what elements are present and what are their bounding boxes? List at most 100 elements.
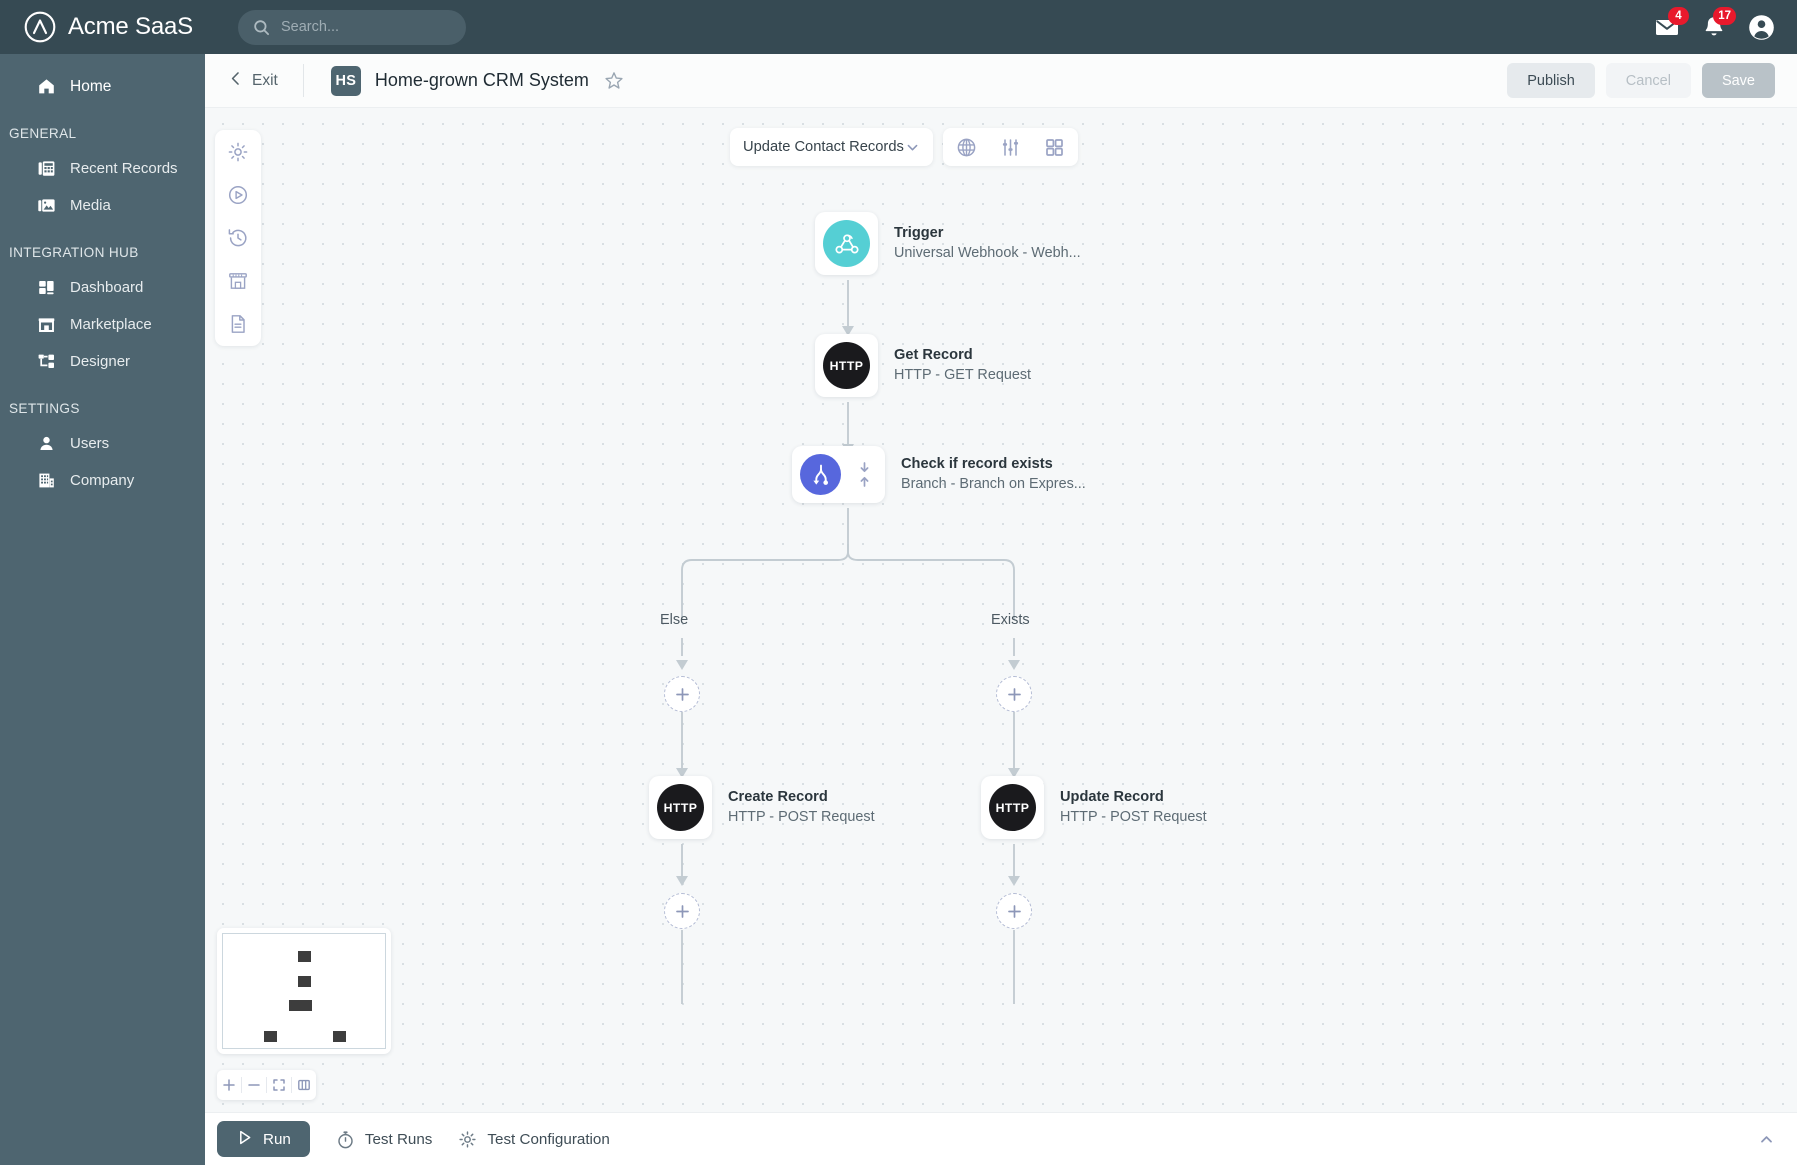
save-button[interactable]: Save [1701, 63, 1775, 98]
workflow-node-update-record[interactable]: HTTP Update Record HTTP - POST Request [981, 776, 1207, 839]
node-text: Check if record exists Branch - Branch o… [901, 455, 1086, 494]
sidebar-item-media[interactable]: Media [0, 187, 205, 224]
webhook-icon [823, 220, 870, 267]
node-title: Trigger [894, 225, 944, 241]
run-button[interactable]: Run [217, 1121, 310, 1157]
zoom-in-button[interactable] [217, 1070, 241, 1100]
play-icon [236, 1129, 253, 1150]
notifications-button[interactable]: 17 [1701, 7, 1736, 40]
node-subtitle: Universal Webhook - Webh... [894, 245, 1081, 261]
minimap-node [289, 1000, 313, 1012]
app-root: Acme SaaS Search... 4 17 Home GENERAL Re… [0, 0, 1797, 1165]
minus-icon [248, 1084, 260, 1086]
canvas-view-icons [943, 128, 1078, 166]
http-icon: HTTP [823, 342, 870, 389]
home-icon [37, 77, 56, 96]
mail-badge: 4 [1668, 7, 1689, 25]
sidebar-section-settings: SETTINGS [9, 401, 80, 416]
node-card[interactable]: HTTP [981, 776, 1044, 839]
node-subtitle: Branch - Branch on Expres... [901, 476, 1086, 492]
minimap-node [263, 1030, 277, 1042]
sidebar-item-label: Users [70, 435, 110, 452]
http-label: HTTP [829, 358, 864, 373]
branch-icon [800, 454, 841, 495]
add-node-button-after-create[interactable] [664, 893, 700, 929]
node-text: Create Record HTTP - POST Request [728, 788, 875, 827]
sidebar-item-label: Home [70, 77, 112, 95]
zoom-controls [217, 1070, 316, 1100]
workflow-header: Exit HS Home-grown CRM System Publish Ca… [205, 54, 1797, 108]
test-configuration-button[interactable]: Test Configuration [458, 1130, 610, 1149]
sidebar-item-company[interactable]: Company [0, 462, 205, 499]
timer-icon [336, 1130, 355, 1149]
http-icon: HTTP [657, 784, 704, 831]
sidebar-item-users[interactable]: Users [0, 425, 205, 462]
records-icon [37, 159, 56, 178]
node-text: Update Record HTTP - POST Request [1060, 788, 1207, 827]
node-card[interactable] [815, 212, 878, 275]
branch-collapse-toggle[interactable] [858, 461, 871, 488]
sidebar-item-home[interactable]: Home [0, 68, 205, 105]
globe-icon[interactable] [956, 137, 977, 158]
zoom-out-button[interactable] [242, 1070, 266, 1100]
plus-icon [1007, 904, 1021, 918]
exit-button[interactable]: Exit [229, 71, 278, 91]
sidebar-item-recent-records[interactable]: Recent Records [0, 150, 205, 187]
fit-to-screen-button[interactable] [267, 1070, 291, 1100]
node-card[interactable] [792, 446, 885, 503]
add-node-button-else[interactable] [664, 676, 700, 712]
publish-button[interactable]: Publish [1507, 63, 1595, 98]
workflow-select[interactable]: Update Contact Records [730, 128, 933, 166]
cancel-button[interactable]: Cancel [1605, 63, 1691, 98]
top-bar: Acme SaaS Search... 4 17 [0, 0, 1797, 54]
node-subtitle: HTTP - POST Request [728, 809, 875, 825]
plus-icon [675, 687, 689, 701]
document-icon[interactable] [227, 313, 249, 335]
run-label: Run [263, 1130, 291, 1148]
star-outline-icon[interactable] [604, 71, 624, 91]
node-title: Create Record [728, 789, 828, 805]
add-node-button-exists[interactable] [996, 676, 1032, 712]
workflow-avatar: HS [330, 65, 361, 96]
sliders-icon[interactable] [1000, 137, 1021, 158]
sidebar-item-dashboard[interactable]: Dashboard [0, 269, 205, 306]
workflow-canvas[interactable]: Update Contact Records Trigger Universal… [205, 108, 1797, 1112]
arrow-down-icon [858, 461, 871, 474]
gear-icon[interactable] [227, 141, 249, 163]
branch-label-exists: Exists [991, 612, 1030, 628]
node-card[interactable]: HTTP [815, 334, 878, 397]
arrow-up-icon [858, 475, 871, 488]
sidebar-item-label: Recent Records [70, 160, 178, 177]
workflow-node-create-record[interactable]: HTTP Create Record HTTP - POST Request [649, 776, 875, 839]
add-node-button-after-update[interactable] [996, 893, 1032, 929]
workflow-node-trigger[interactable]: Trigger Universal Webhook - Webh... [815, 212, 1081, 275]
plus-icon [223, 1079, 235, 1091]
minimap[interactable] [217, 928, 391, 1054]
sidebar-item-designer[interactable]: Designer [0, 343, 205, 380]
play-circle-icon[interactable] [227, 184, 249, 206]
acme-circle-logo-icon [23, 10, 57, 44]
mail-button[interactable]: 4 [1654, 7, 1689, 40]
media-image-icon [37, 196, 56, 215]
toggle-minimap-button[interactable] [292, 1070, 316, 1100]
user-avatar-icon [1749, 14, 1774, 40]
collapse-panel-button[interactable] [1758, 1131, 1775, 1148]
sidebar-item-label: Dashboard [70, 279, 144, 296]
workflow-node-check-record[interactable]: Check if record exists Branch - Branch o… [792, 446, 1086, 503]
page-title: Home-grown CRM System [374, 70, 589, 90]
node-card[interactable]: HTTP [649, 776, 712, 839]
node-title: Check if record exists [901, 456, 1053, 472]
workflow-node-get-record[interactable]: HTTP Get Record HTTP - GET Request [815, 334, 1031, 397]
top-bar-actions: 4 17 [1654, 7, 1797, 41]
grid-icon[interactable] [1044, 137, 1065, 158]
http-label: HTTP [663, 800, 698, 815]
sidebar-item-label: Marketplace [70, 316, 152, 333]
history-icon[interactable] [227, 227, 249, 249]
account-button[interactable] [1748, 14, 1775, 41]
search-input[interactable]: Search... [238, 9, 466, 45]
sidebar-item-marketplace[interactable]: Marketplace [0, 306, 205, 343]
brand[interactable]: Acme SaaS [0, 10, 235, 44]
test-runs-button[interactable]: Test Runs [336, 1130, 432, 1149]
plus-icon [1007, 687, 1021, 701]
store-icon[interactable] [227, 270, 249, 292]
